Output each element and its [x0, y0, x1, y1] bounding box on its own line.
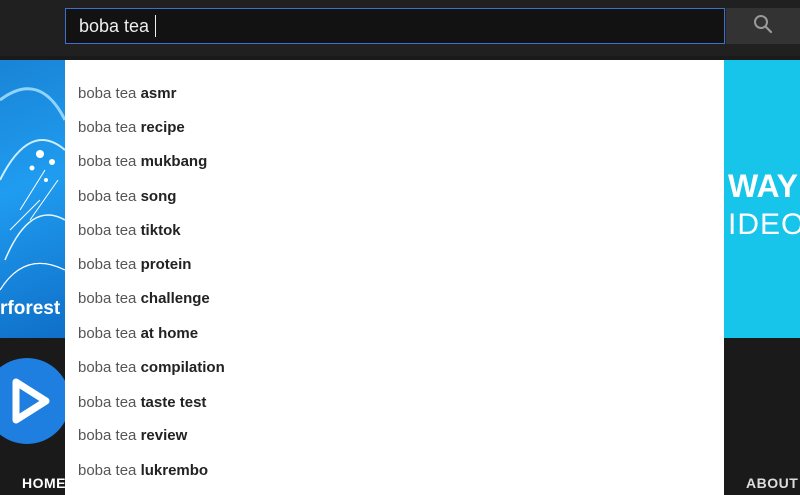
suggestion-item[interactable]: boba tea protein — [78, 250, 191, 280]
banner-subline: IDEOS — [728, 208, 800, 241]
play-icon — [12, 378, 50, 424]
suggestion-item[interactable]: boba tea lukrembo — [78, 456, 208, 486]
channel-banner-left — [0, 60, 65, 338]
suggestion-item[interactable]: boba tea tiktok — [78, 216, 181, 246]
banner-headline: WAY T — [728, 168, 800, 204]
banner-art — [0, 87, 65, 291]
search-icon[interactable] — [753, 14, 773, 39]
text-caret — [155, 15, 157, 37]
suggestion-item[interactable]: boba tea compilation — [78, 353, 225, 383]
tab-about[interactable]: ABOUT — [746, 475, 798, 491]
suggestion-item[interactable]: boba tea mukbang — [78, 147, 207, 177]
tab-home[interactable]: HOME — [22, 475, 66, 491]
suggestion-item[interactable]: boba tea challenge — [78, 284, 210, 314]
channel-banner-right: WAY T IDEOS — [724, 60, 800, 338]
suggestion-item[interactable]: boba tea at home — [78, 319, 198, 349]
suggestion-item[interactable]: boba tea song — [78, 182, 176, 212]
suggestion-item[interactable]: boba tea asmr — [78, 79, 176, 109]
banner-brand-text: rforest — [0, 298, 61, 319]
suggestion-item[interactable]: boba tea recipe — [78, 113, 185, 143]
suggestion-item[interactable]: boba tea taste test — [78, 388, 206, 418]
search-suggestions-dropdown: boba tea asmr boba tea recipe boba tea m… — [65, 60, 724, 495]
search-button[interactable] — [726, 8, 800, 44]
channel-avatar[interactable] — [0, 358, 70, 444]
search-query[interactable]: boba tea — [79, 16, 149, 37]
search-input[interactable]: boba tea — [65, 8, 725, 44]
suggestion-item[interactable]: boba tea review — [78, 421, 187, 451]
